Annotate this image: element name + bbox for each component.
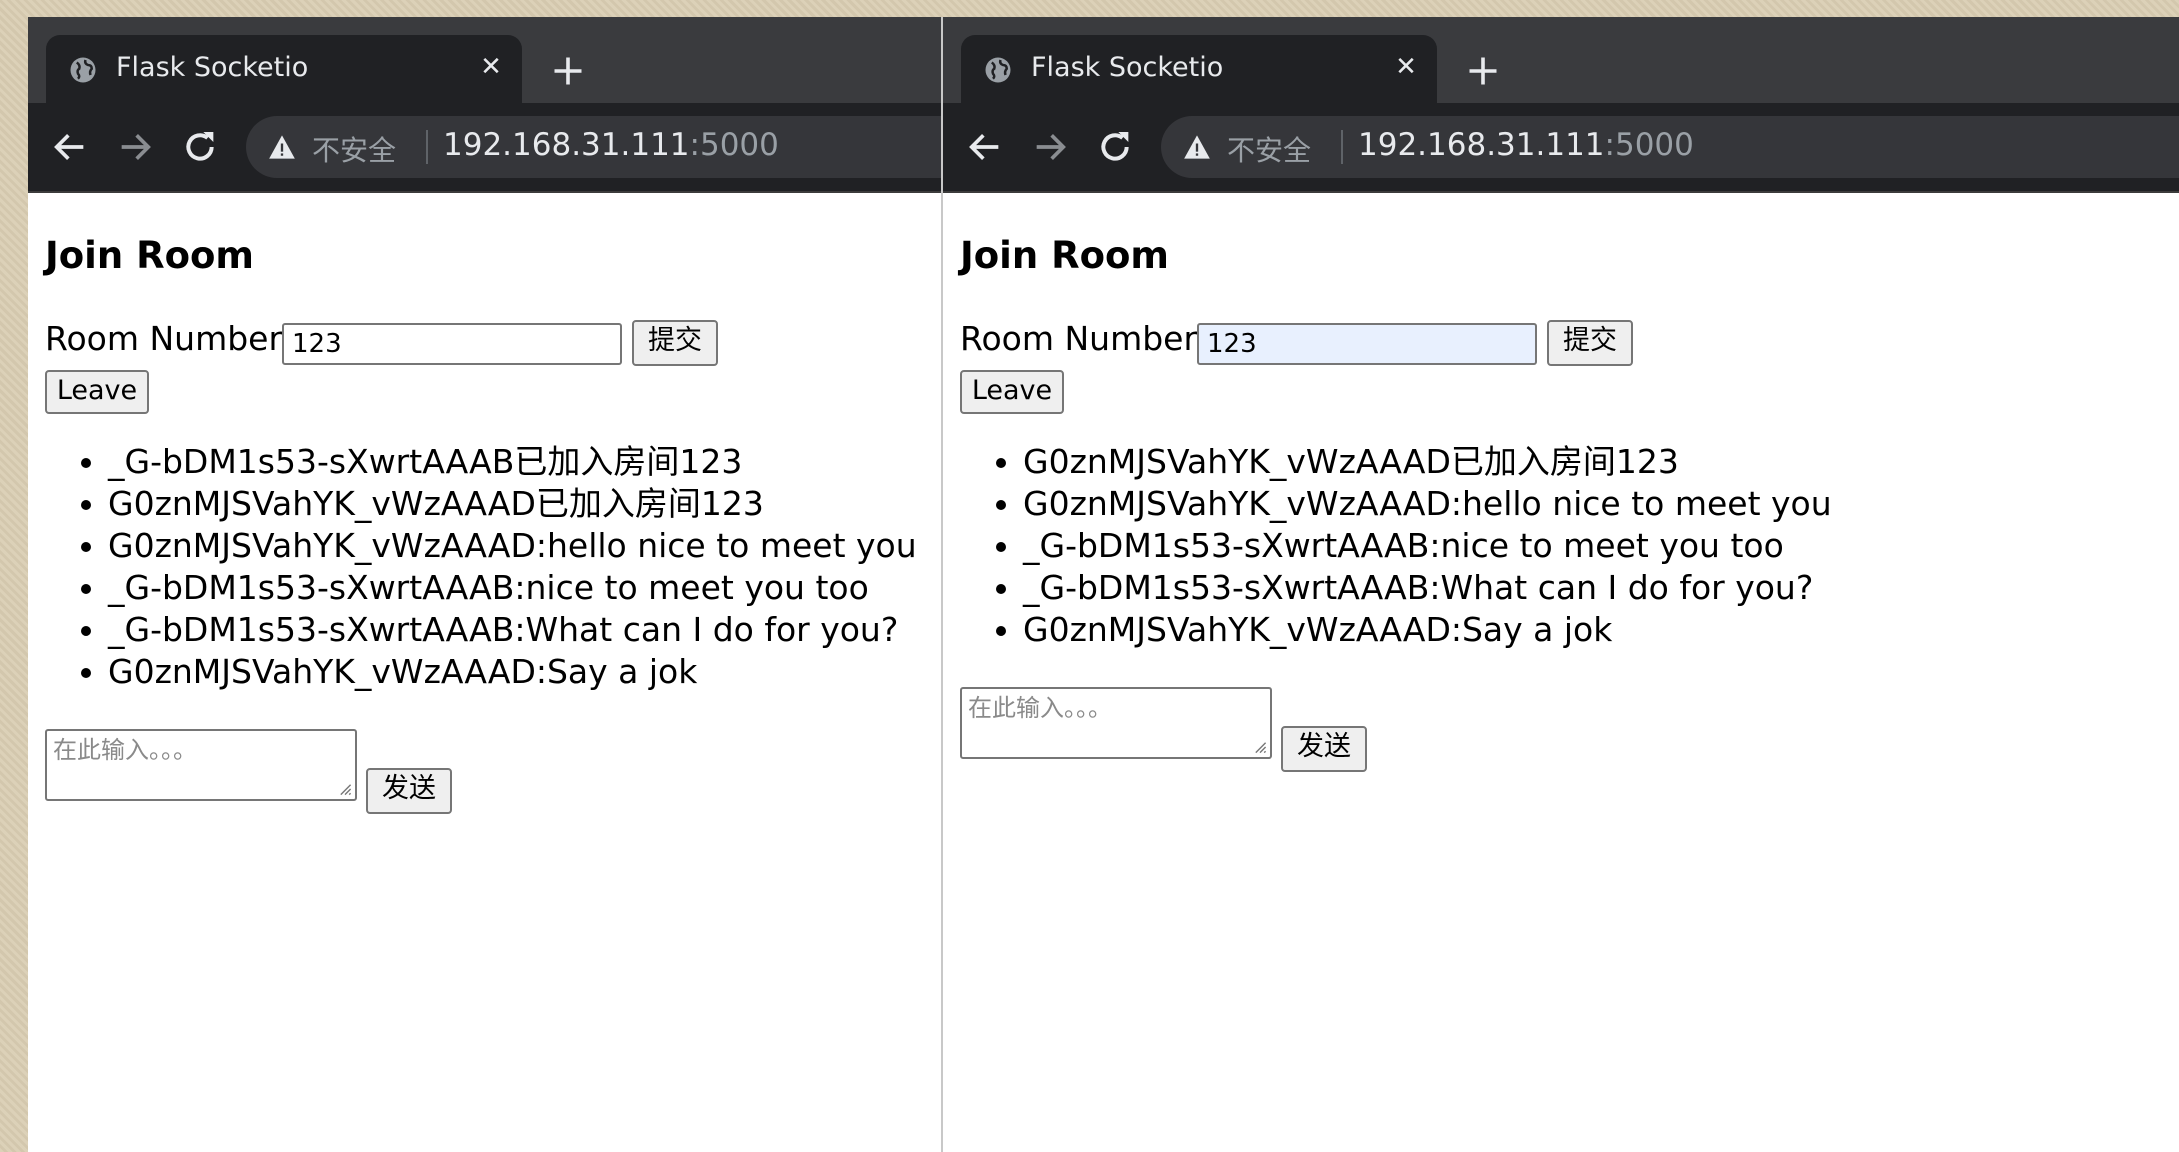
url-host: 192.168.31.111: [1358, 127, 1605, 163]
message-list: G0znMJSVahYK_vWzAAAD已加入房间123 G0znMJSVahY…: [985, 441, 1832, 651]
warning-icon[interactable]: [268, 134, 296, 160]
url-host: 192.168.31.111: [443, 127, 690, 163]
divider: [1341, 130, 1343, 164]
toolbar: 不安全 192.168.31.111:5000: [28, 103, 941, 193]
tab-strip: Flask Socketio ✕: [943, 17, 2179, 103]
globe-icon: [985, 57, 1011, 83]
textarea-placeholder: 在此输入。。。: [53, 736, 197, 764]
divider: [426, 130, 428, 164]
submit-button[interactable]: 提交: [632, 320, 718, 366]
resize-grip-icon[interactable]: [1253, 740, 1267, 754]
forward-arrow-icon[interactable]: [115, 127, 155, 167]
page-content: Join Room Room Number 123 提交 Leave _G-bD…: [28, 193, 941, 1152]
forward-arrow-icon[interactable]: [1030, 127, 1070, 167]
leave-button[interactable]: Leave: [960, 370, 1064, 414]
security-label[interactable]: 不安全: [312, 129, 396, 169]
list-item: G0znMJSVahYK_vWzAAAD已加入房间123: [1023, 441, 1832, 483]
send-button[interactable]: 发送: [1281, 726, 1367, 772]
browser-window-left: Flask Socketio ✕ 不安全 192.168.31.111:5000: [28, 17, 941, 1152]
url-text[interactable]: 192.168.31.111:5000: [443, 127, 779, 163]
resize-grip-icon[interactable]: [338, 782, 352, 796]
warning-icon[interactable]: [1183, 134, 1211, 160]
tab-flask-socketio[interactable]: Flask Socketio ✕: [961, 35, 1437, 103]
message-textarea[interactable]: 在此输入。。。: [960, 687, 1272, 759]
url-port: :5000: [1604, 127, 1694, 163]
tab-flask-socketio[interactable]: Flask Socketio ✕: [46, 35, 522, 103]
room-number-input[interactable]: 123: [282, 323, 622, 365]
message-textarea[interactable]: 在此输入。。。: [45, 729, 357, 801]
browser-window-right: Flask Socketio ✕ 不安全 192.168.31.111:5000: [941, 17, 2179, 1152]
tab-strip: Flask Socketio ✕: [28, 17, 941, 103]
send-button[interactable]: 发送: [366, 768, 452, 814]
list-item: G0znMJSVahYK_vWzAAAD:Say a jok: [108, 651, 917, 693]
page-title: Join Room: [960, 234, 1169, 277]
close-icon[interactable]: ✕: [1391, 52, 1421, 82]
list-item: _G-bDM1s53-sXwrtAAAB已加入房间123: [108, 441, 917, 483]
globe-icon: [70, 57, 96, 83]
page-title: Join Room: [45, 234, 254, 277]
room-number-input[interactable]: 123: [1197, 323, 1537, 365]
url-text[interactable]: 192.168.31.111:5000: [1358, 127, 1694, 163]
list-item: G0znMJSVahYK_vWzAAAD:hello nice to meet …: [108, 525, 917, 567]
new-tab-icon[interactable]: [1465, 53, 1501, 89]
list-item: _G-bDM1s53-sXwrtAAAB:What can I do for y…: [1023, 567, 1832, 609]
submit-button[interactable]: 提交: [1547, 320, 1633, 366]
message-list: _G-bDM1s53-sXwrtAAAB已加入房间123 G0znMJSVahY…: [70, 441, 917, 693]
back-arrow-icon[interactable]: [50, 127, 90, 167]
tab-title: Flask Socketio: [1031, 52, 1224, 83]
reload-icon[interactable]: [180, 127, 220, 167]
address-bar[interactable]: 不安全 192.168.31.111:5000: [246, 116, 941, 178]
security-label[interactable]: 不安全: [1227, 129, 1311, 169]
textarea-placeholder: 在此输入。。。: [968, 694, 1112, 722]
list-item: G0znMJSVahYK_vWzAAAD:hello nice to meet …: [1023, 483, 1832, 525]
leave-button[interactable]: Leave: [45, 370, 149, 414]
new-tab-icon[interactable]: [550, 53, 586, 89]
close-icon[interactable]: ✕: [476, 52, 506, 82]
list-item: _G-bDM1s53-sXwrtAAAB:nice to meet you to…: [108, 567, 917, 609]
toolbar: 不安全 192.168.31.111:5000: [943, 103, 2179, 193]
reload-icon[interactable]: [1095, 127, 1135, 167]
page-content: Join Room Room Number 123 提交 Leave G0znM…: [943, 193, 2179, 1152]
list-item: _G-bDM1s53-sXwrtAAAB:What can I do for y…: [108, 609, 917, 651]
back-arrow-icon[interactable]: [965, 127, 1005, 167]
list-item: G0znMJSVahYK_vWzAAAD已加入房间123: [108, 483, 917, 525]
list-item: G0znMJSVahYK_vWzAAAD:Say a jok: [1023, 609, 1832, 651]
room-number-label: Room Number: [960, 319, 1198, 358]
room-number-label: Room Number: [45, 319, 283, 358]
tab-title: Flask Socketio: [116, 52, 309, 83]
list-item: _G-bDM1s53-sXwrtAAAB:nice to meet you to…: [1023, 525, 1832, 567]
url-port: :5000: [689, 127, 779, 163]
address-bar[interactable]: 不安全 192.168.31.111:5000: [1161, 116, 2179, 178]
